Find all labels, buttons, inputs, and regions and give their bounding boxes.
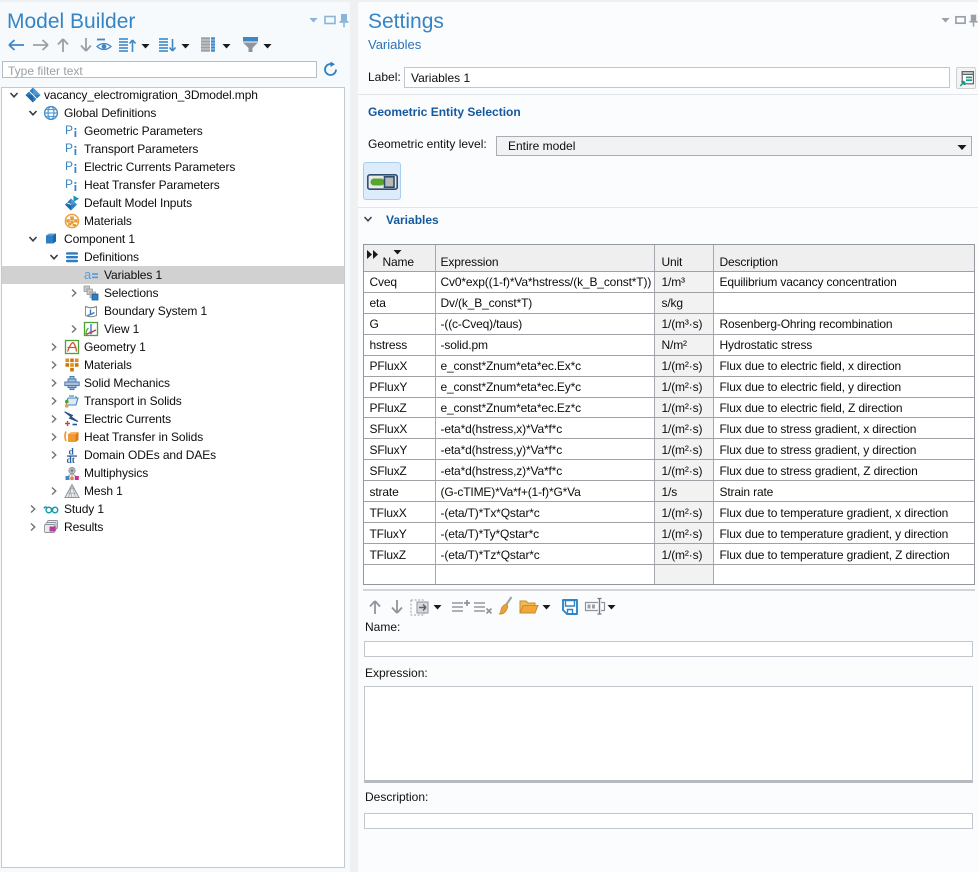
svg-text:a: a (84, 267, 92, 282)
svg-text:P: P (65, 177, 73, 191)
svg-text:P: P (65, 159, 73, 173)
svg-text:P: P (65, 141, 73, 155)
svg-text:dt: dt (67, 456, 76, 463)
svg-text:P: P (65, 123, 73, 137)
